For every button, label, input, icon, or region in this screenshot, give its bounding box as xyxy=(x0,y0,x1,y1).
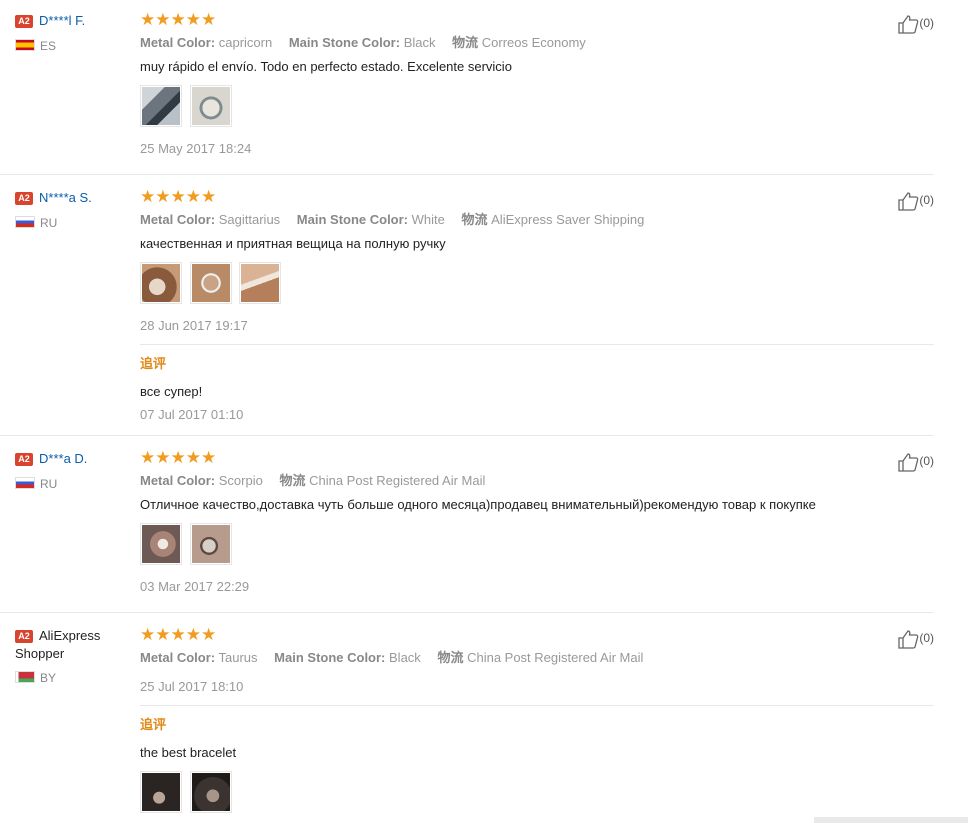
helpful-count: (0) xyxy=(919,193,934,207)
prop-value: Sagittarius xyxy=(218,212,281,227)
followup-text: the best bracelet xyxy=(140,745,237,760)
flag-ru-icon xyxy=(15,477,35,489)
level-badge: A2 xyxy=(15,192,33,205)
photo-thumbnail[interactable] xyxy=(140,771,182,813)
reviewer-name[interactable]: D***a D. xyxy=(39,451,87,466)
photo-thumbnail[interactable] xyxy=(140,262,182,304)
level-badge: A2 xyxy=(15,630,33,643)
order-properties: Metal Color: Scorpio 物流 China Post Regis… xyxy=(140,473,934,489)
review-text: muy rápido el envío. Todo en perfecto es… xyxy=(140,59,512,74)
review-text: качественная и приятная вещица на полную… xyxy=(140,236,446,251)
review-photos xyxy=(140,262,934,304)
review-item: A2 D****l F. ES ★★★★★ Metal Color: capric… xyxy=(0,10,934,175)
level-badge: A2 xyxy=(15,453,33,466)
reviewer-name-cont: Shopper xyxy=(15,646,65,661)
review-photos xyxy=(140,523,934,565)
reviewer-info: A2 D****l F. ES xyxy=(15,12,130,53)
prop-key: Metal Color: xyxy=(140,473,216,488)
thumbs-up-icon xyxy=(897,628,919,650)
helpful-button[interactable]: (0) xyxy=(897,12,934,35)
followup-text: все супер! xyxy=(140,384,203,399)
prop-value: Scorpio xyxy=(218,473,263,488)
prop-value: China Post Registered Air Mail xyxy=(309,473,486,488)
prop-value: Correos Economy xyxy=(481,35,586,50)
prop-value: China Post Registered Air Mail xyxy=(467,650,644,665)
review-text: Отличное качество,доставка чуть больше о… xyxy=(140,497,816,512)
prop-value: White xyxy=(411,212,445,227)
review-content: ★★★★★ Metal Color: Taurus Main Stone Col… xyxy=(140,625,934,813)
prop-value: Taurus xyxy=(218,650,258,665)
thumbs-up-icon xyxy=(897,451,919,473)
photo-thumbnail[interactable] xyxy=(189,771,232,813)
followup-title: 追评 xyxy=(140,717,167,732)
photo-thumbnail[interactable] xyxy=(239,262,282,304)
reviewer-info: A2 AliExpress Shopper BY xyxy=(15,627,130,685)
reviewer-name: AliExpress xyxy=(39,628,101,643)
followup-date: 07 Jul 2017 01:10 xyxy=(140,407,244,422)
review-content: ★★★★★ Metal Color: Scorpio 物流 China Post… xyxy=(140,448,934,595)
reviewer-info: A2 N****a S. RU xyxy=(15,189,130,230)
reviewer-name[interactable]: D****l F. xyxy=(39,13,85,28)
review-date: 03 Mar 2017 22:29 xyxy=(140,579,250,594)
helpful-button[interactable]: (0) xyxy=(897,189,934,212)
thumbs-up-icon xyxy=(897,13,919,35)
flag-by-icon xyxy=(15,671,35,683)
star-rating: ★★★★★ xyxy=(140,448,217,467)
photo-thumbnail[interactable] xyxy=(189,523,232,565)
flag-ru-icon xyxy=(15,216,35,228)
reviewer-name[interactable]: N****a S. xyxy=(39,190,92,205)
review-date: 25 Jul 2017 18:10 xyxy=(140,679,244,694)
prop-value: capricorn xyxy=(218,35,273,50)
helpful-count: (0) xyxy=(919,631,934,645)
horizontal-scrollbar[interactable] xyxy=(814,817,968,823)
order-properties: Metal Color: capricorn Main Stone Color:… xyxy=(140,35,934,51)
country-code: RU xyxy=(40,477,58,491)
prop-key: 物流 xyxy=(452,35,479,50)
review-content: ★★★★★ Metal Color: Sagittarius Main Ston… xyxy=(140,187,934,423)
review-content: ★★★★★ Metal Color: capricorn Main Stone … xyxy=(140,10,934,157)
photo-thumbnail[interactable] xyxy=(140,85,182,127)
followup-title: 追评 xyxy=(140,356,167,371)
prop-key: Metal Color: xyxy=(140,35,216,50)
reviewer-info: A2 D***a D. RU xyxy=(15,450,130,491)
helpful-count: (0) xyxy=(919,16,934,30)
country-code: BY xyxy=(40,671,57,685)
photo-thumbnail[interactable] xyxy=(189,85,232,127)
prop-key: Main Stone Color: xyxy=(296,212,409,227)
prop-key: Main Stone Color: xyxy=(288,35,401,50)
prop-key: 物流 xyxy=(437,650,464,665)
thumbs-up-icon xyxy=(897,190,919,212)
helpful-button[interactable]: (0) xyxy=(897,450,934,473)
star-rating: ★★★★★ xyxy=(140,187,217,206)
country-code: ES xyxy=(40,39,57,53)
review-photos xyxy=(140,771,934,813)
helpful-count: (0) xyxy=(919,454,934,468)
review-date: 28 Jun 2017 19:17 xyxy=(140,318,248,333)
prop-value: Black xyxy=(389,650,421,665)
order-properties: Metal Color: Taurus Main Stone Color: Bl… xyxy=(140,650,934,666)
photo-thumbnail[interactable] xyxy=(140,523,182,565)
review-photos xyxy=(140,85,934,127)
prop-value: Black xyxy=(403,35,436,50)
prop-key: 物流 xyxy=(461,212,488,227)
country-code: RU xyxy=(40,216,58,230)
flag-es-icon xyxy=(15,39,35,51)
star-rating: ★★★★★ xyxy=(140,625,217,644)
star-rating: ★★★★★ xyxy=(140,10,217,29)
level-badge: A2 xyxy=(15,15,33,28)
review-item: A2 AliExpress Shopper BY ★★★★★ Metal Colo… xyxy=(0,625,934,823)
order-properties: Metal Color: Sagittarius Main Stone Colo… xyxy=(140,212,934,228)
prop-key: Metal Color: xyxy=(140,212,216,227)
photo-thumbnail[interactable] xyxy=(189,262,232,304)
review-date: 25 May 2017 18:24 xyxy=(140,141,252,156)
prop-value: AliExpress Saver Shipping xyxy=(491,212,645,227)
prop-key: 物流 xyxy=(279,473,306,488)
helpful-button[interactable]: (0) xyxy=(897,627,934,650)
review-item: A2 N****a S. RU ★★★★★ Metal Color: Sagitt… xyxy=(0,187,934,436)
prop-key: Main Stone Color: xyxy=(274,650,386,665)
review-item: A2 D***a D. RU ★★★★★ Metal Color: Scorpio… xyxy=(0,448,934,613)
prop-key: Metal Color: xyxy=(140,650,216,665)
